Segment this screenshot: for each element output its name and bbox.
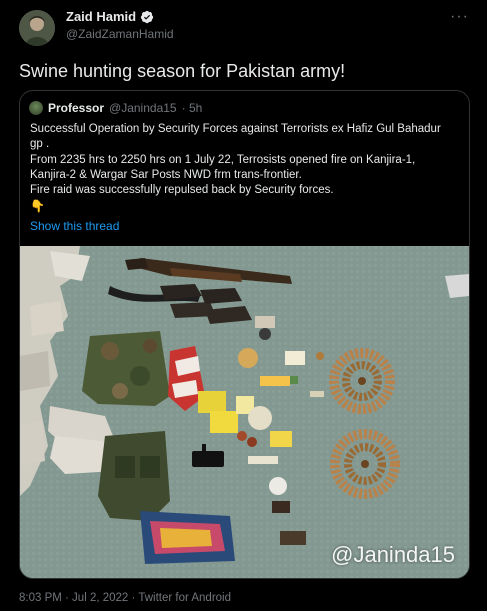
quoted-text-line: Fire raid was successfully repulsed back…	[30, 184, 334, 197]
author-avatar[interactable]	[19, 10, 55, 46]
quoted-author-name[interactable]: Professor	[48, 101, 104, 115]
author-name[interactable]: Zaid Hamid	[66, 9, 136, 24]
quoted-tweet-text: Successful Operation by Security Forces …	[30, 122, 460, 214]
pointing-down-icon: 👇	[30, 199, 45, 214]
quoted-author-handle[interactable]: @Janinda15	[109, 101, 177, 115]
quoted-tweet-card[interactable]: Professor @Janinda15 · 5h Successful Ope…	[19, 90, 470, 579]
show-thread-link[interactable]: Show this thread	[30, 219, 119, 233]
quoted-tweet-header: Professor @Janinda15 · 5h	[29, 101, 202, 115]
seized-items-photo	[20, 246, 469, 578]
author-handle[interactable]: @ZaidZamanHamid	[66, 27, 174, 41]
author-name-row[interactable]: Zaid Hamid	[66, 9, 154, 24]
quoted-text-line: gp .	[30, 138, 50, 151]
photo-watermark: @Janinda15	[331, 542, 455, 567]
quoted-author-avatar[interactable]	[29, 101, 43, 115]
quoted-text-line: From 2235 hrs to 2250 hrs on 1 July 22, …	[30, 153, 416, 166]
tweet-page: Zaid Hamid @ZaidZamanHamid ··· Swine hun…	[0, 0, 487, 611]
quoted-text-line: Kanjira-2 & Wargar Sar Posts NWD frm tra…	[30, 168, 302, 181]
more-dots-icon[interactable]: ···	[450, 8, 469, 26]
tweet-meta-footer[interactable]: 8:03 PM · Jul 2, 2022 · Twitter for Andr…	[19, 592, 231, 604]
tweet-text: Swine hunting season for Pakistan army!	[19, 61, 346, 81]
verified-badge-icon	[140, 10, 154, 23]
quoted-text-line: Successful Operation by Security Forces …	[30, 123, 441, 135]
quoted-tweet-time[interactable]: · 5h	[182, 101, 203, 115]
quoted-tweet-photo[interactable]: @Janinda15	[20, 246, 469, 578]
